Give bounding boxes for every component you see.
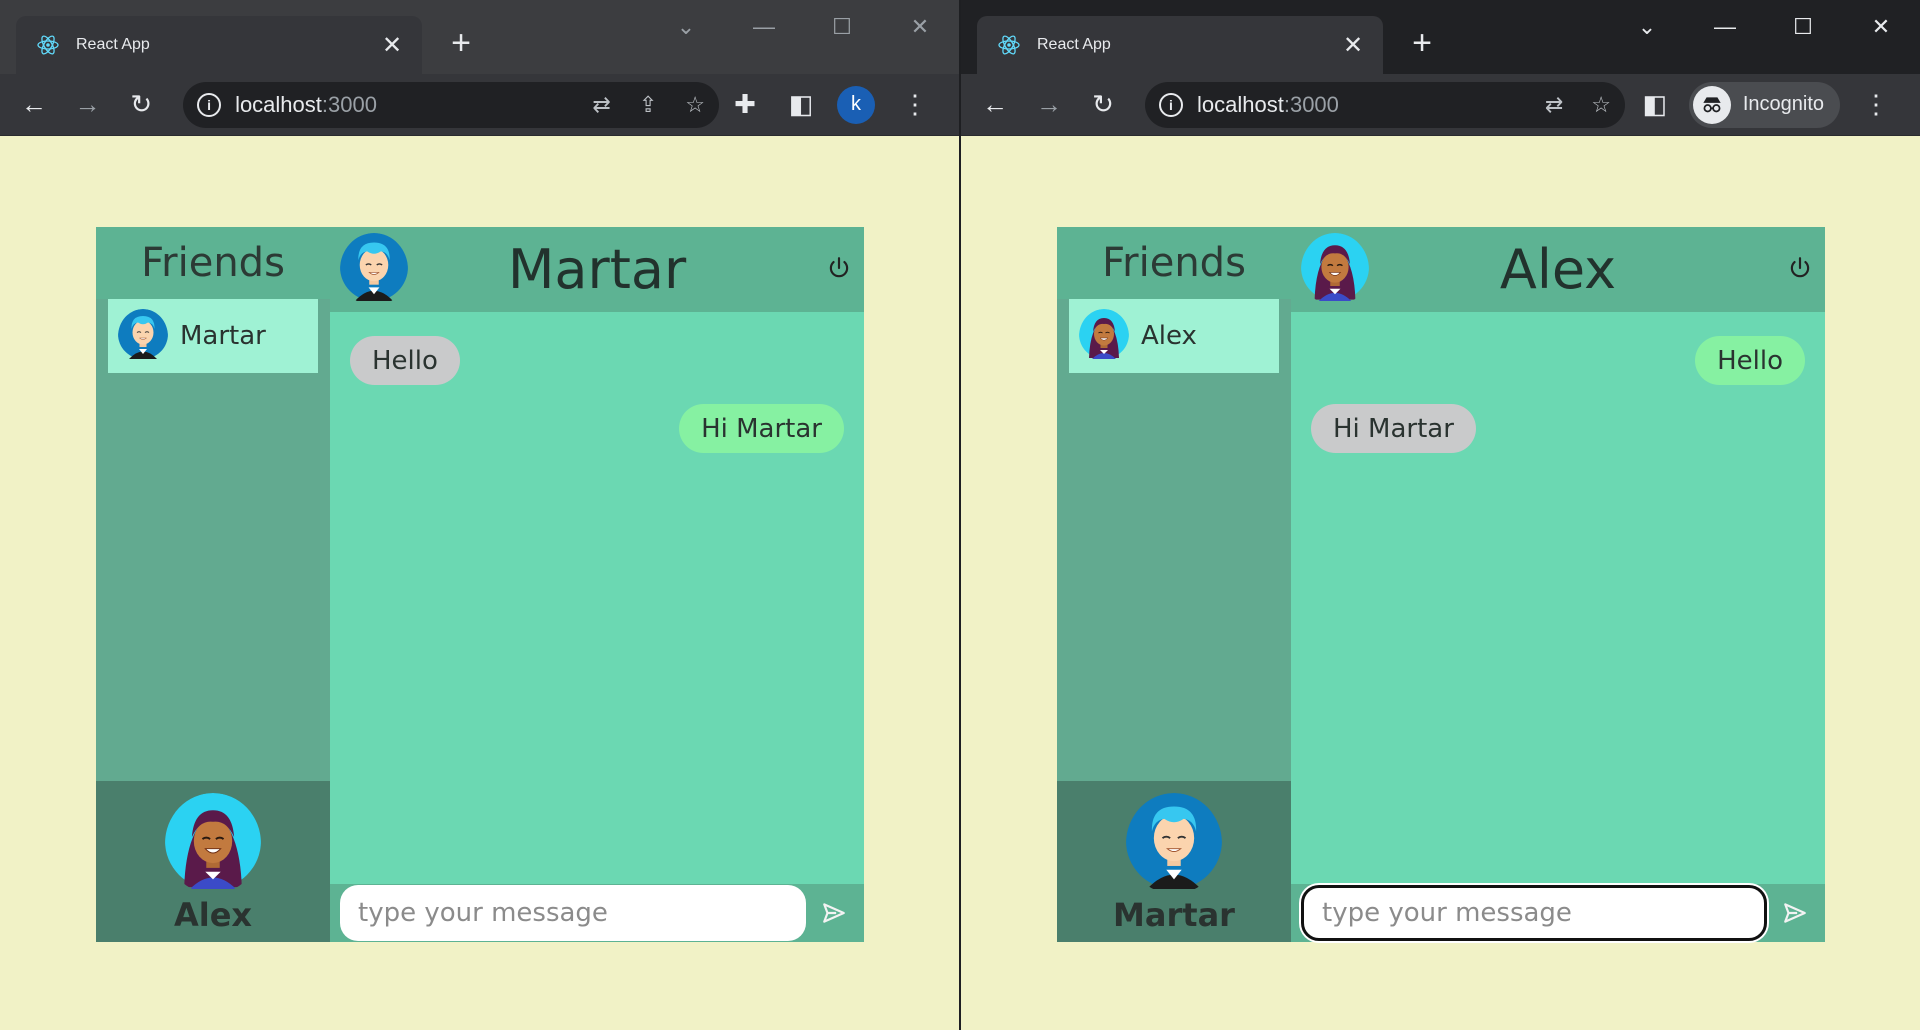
more-menu-icon[interactable]: ⋮ bbox=[895, 85, 935, 125]
close-window-button[interactable]: ✕ bbox=[881, 12, 959, 42]
close-tab-icon[interactable]: ✕ bbox=[1339, 31, 1367, 59]
friends-sidebar: Friends Alex Martar bbox=[1057, 227, 1291, 942]
message-input[interactable] bbox=[1301, 885, 1767, 941]
alex-avatar-icon bbox=[1301, 233, 1369, 306]
send-icon[interactable] bbox=[1775, 893, 1815, 933]
friends-heading: Friends bbox=[1057, 227, 1291, 299]
minimize-button[interactable]: — bbox=[1686, 12, 1764, 42]
current-user-name: Martar bbox=[1113, 896, 1235, 934]
martar-avatar-icon bbox=[118, 309, 168, 364]
friend-name: Alex bbox=[1141, 321, 1197, 351]
address-bar[interactable]: i localhost:3000 ⇄ ⇪ ☆ bbox=[183, 81, 720, 128]
bookmark-star-icon[interactable]: ☆ bbox=[685, 92, 705, 118]
browser-toolbar: ← → ↻ i localhost:3000 ⇄ ⇪ ☆ ✚ ◧ k ⋮ bbox=[0, 74, 959, 136]
site-info-icon[interactable]: i bbox=[197, 92, 222, 117]
chat-app: Friends Alex Martar Alex Hello Hi Martar… bbox=[1057, 227, 1825, 942]
chat-header: Martar bbox=[330, 227, 864, 312]
current-user-panel: Martar bbox=[1057, 781, 1291, 942]
translate-icon[interactable]: ⇄ bbox=[1545, 92, 1563, 118]
reload-icon[interactable]: ↻ bbox=[121, 85, 161, 125]
incognito-label: Incognito bbox=[1742, 93, 1824, 115]
message-bubble-incoming: Hi Martar bbox=[1311, 404, 1476, 453]
page-viewport: Friends Alex Martar Alex Hello Hi Martar… bbox=[961, 136, 1920, 1030]
window-controls: ⌄ — ☐ ✕ bbox=[647, 12, 959, 42]
tab-react-app[interactable]: React App ✕ bbox=[16, 16, 422, 74]
chat-partner-name: Alex bbox=[1499, 238, 1617, 301]
react-favicon-icon bbox=[995, 31, 1023, 59]
message-bubble-outgoing: Hello bbox=[1695, 336, 1805, 385]
message-bubble-incoming: Hello bbox=[350, 336, 460, 385]
logout-power-icon[interactable] bbox=[826, 255, 852, 281]
back-icon[interactable]: ← bbox=[975, 85, 1015, 125]
more-menu-icon[interactable]: ⋮ bbox=[1856, 85, 1896, 125]
tab-title: React App bbox=[1037, 36, 1111, 53]
friends-list: Alex bbox=[1057, 299, 1291, 781]
alex-avatar-icon bbox=[1079, 309, 1129, 364]
close-tab-icon[interactable]: ✕ bbox=[378, 31, 406, 59]
minimize-button[interactable]: — bbox=[725, 12, 803, 42]
tab-react-app[interactable]: React App ✕ bbox=[977, 16, 1383, 74]
forward-icon[interactable]: → bbox=[1029, 85, 1069, 125]
react-favicon-icon bbox=[34, 31, 62, 59]
chat-app: Friends Martar Alex Martar Hello Hi Mart… bbox=[96, 227, 864, 942]
new-tab-button[interactable]: + bbox=[444, 26, 478, 60]
tab-search-icon[interactable]: ⌄ bbox=[1608, 12, 1686, 42]
incognito-indicator[interactable]: Incognito bbox=[1688, 81, 1840, 128]
message-composer bbox=[330, 884, 864, 942]
friend-item-alex[interactable]: Alex bbox=[1069, 299, 1279, 373]
friend-item-martar[interactable]: Martar bbox=[108, 299, 318, 373]
chat-header: Alex bbox=[1291, 227, 1825, 312]
message-list: Hello Hi Martar bbox=[1291, 312, 1825, 884]
reload-icon[interactable]: ↻ bbox=[1083, 85, 1123, 125]
message-list: Hello Hi Martar bbox=[330, 312, 864, 884]
bookmark-star-icon[interactable]: ☆ bbox=[1591, 92, 1611, 118]
side-panel-icon[interactable]: ◧ bbox=[1635, 85, 1675, 125]
chat-partner-name: Martar bbox=[507, 238, 687, 301]
friends-list: Martar bbox=[96, 299, 330, 781]
message-composer bbox=[1291, 884, 1825, 942]
friend-name: Martar bbox=[180, 321, 266, 351]
martar-avatar-icon bbox=[1126, 793, 1222, 894]
browser-window-right: React App ✕ + ⌄ — ☐ ✕ ← → ↻ i localhost:… bbox=[961, 0, 1920, 1030]
url-text[interactable]: localhost:3000 bbox=[235, 92, 564, 118]
chat-panel: Martar Hello Hi Martar bbox=[330, 227, 864, 942]
send-icon[interactable] bbox=[814, 893, 854, 933]
friends-heading: Friends bbox=[96, 227, 330, 299]
tab-strip: React App ✕ + ⌄ — ☐ ✕ bbox=[0, 0, 959, 74]
profile-avatar[interactable]: k bbox=[837, 85, 876, 124]
page-viewport: Friends Martar Alex Martar Hello Hi Mart… bbox=[0, 136, 959, 1030]
extensions-puzzle-icon[interactable]: ✚ bbox=[725, 85, 765, 125]
tab-search-icon[interactable]: ⌄ bbox=[647, 12, 725, 42]
browser-toolbar: ← → ↻ i localhost:3000 ⇄ ☆ ◧ Incognito ⋮ bbox=[961, 74, 1920, 136]
alex-avatar-icon bbox=[165, 793, 261, 894]
browser-window-left: React App ✕ + ⌄ — ☐ ✕ ← → ↻ i localhost:… bbox=[0, 0, 959, 1030]
url-text[interactable]: localhost:3000 bbox=[1197, 92, 1517, 118]
share-icon[interactable]: ⇪ bbox=[639, 92, 657, 118]
message-input[interactable] bbox=[340, 885, 806, 941]
chat-panel: Alex Hello Hi Martar bbox=[1291, 227, 1825, 942]
current-user-name: Alex bbox=[173, 896, 253, 934]
maximize-button[interactable]: ☐ bbox=[803, 12, 881, 42]
incognito-spy-icon bbox=[1692, 85, 1731, 124]
side-panel-icon[interactable]: ◧ bbox=[781, 85, 821, 125]
logout-power-icon[interactable] bbox=[1787, 255, 1813, 281]
close-window-button[interactable]: ✕ bbox=[1842, 12, 1920, 42]
martar-avatar-icon bbox=[340, 233, 408, 306]
maximize-button[interactable]: ☐ bbox=[1764, 12, 1842, 42]
back-icon[interactable]: ← bbox=[14, 85, 54, 125]
new-tab-button[interactable]: + bbox=[1405, 26, 1439, 60]
translate-icon[interactable]: ⇄ bbox=[592, 92, 610, 118]
current-user-panel: Alex bbox=[96, 781, 330, 942]
window-controls: ⌄ — ☐ ✕ bbox=[1608, 12, 1920, 42]
site-info-icon[interactable]: i bbox=[1159, 92, 1183, 117]
friends-sidebar: Friends Martar Alex bbox=[96, 227, 330, 942]
forward-icon[interactable]: → bbox=[68, 85, 108, 125]
message-bubble-outgoing: Hi Martar bbox=[679, 404, 844, 453]
address-bar[interactable]: i localhost:3000 ⇄ ☆ bbox=[1145, 81, 1625, 128]
tab-strip: React App ✕ + ⌄ — ☐ ✕ bbox=[961, 0, 1920, 74]
tab-title: React App bbox=[76, 36, 150, 53]
